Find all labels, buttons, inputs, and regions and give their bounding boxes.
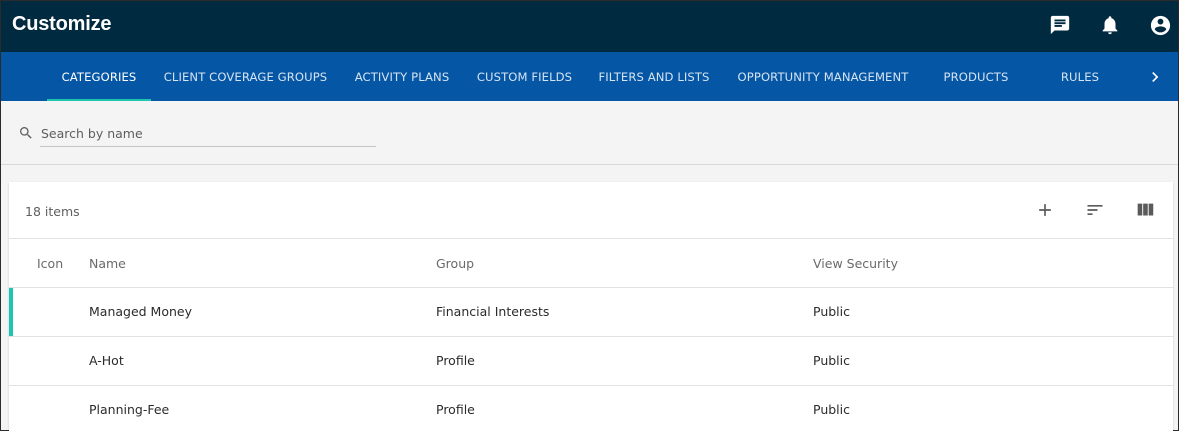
- table-row[interactable]: Managed Money Financial Interests Public: [9, 288, 1173, 337]
- tab-custom-fields[interactable]: CUSTOM FIELDS: [464, 52, 585, 101]
- search-bar: [1, 101, 1178, 165]
- app-title: Customize: [12, 13, 112, 35]
- row-name: Managed Money: [89, 304, 193, 319]
- bell-icon[interactable]: [1098, 13, 1122, 37]
- row-view-security: Public: [813, 402, 850, 417]
- tab-filters-and-lists[interactable]: FILTERS AND LISTS: [585, 52, 723, 101]
- tab-rules[interactable]: RULES: [1029, 52, 1131, 101]
- column-header-view-security[interactable]: View Security: [813, 256, 898, 271]
- items-card: 18 items Icon Name Group View Security M…: [9, 182, 1173, 431]
- table-row[interactable]: Planning-Fee Profile Public: [9, 386, 1173, 431]
- row-group: Financial Interests: [436, 304, 550, 319]
- search-icon: [18, 125, 34, 141]
- item-count: 18 items: [25, 204, 80, 219]
- row-name: A-Hot: [89, 353, 124, 368]
- sort-icon[interactable]: [1083, 198, 1107, 222]
- tab-activity-plans[interactable]: ACTIVITY PLANS: [340, 52, 464, 101]
- column-header-icon[interactable]: Icon: [37, 256, 63, 271]
- columns-icon[interactable]: [1133, 198, 1157, 222]
- search-input[interactable]: [40, 121, 376, 147]
- chevron-right-icon[interactable]: [1143, 65, 1167, 89]
- column-header-name[interactable]: Name: [89, 256, 126, 271]
- tab-categories[interactable]: CATEGORIES: [47, 52, 151, 101]
- chat-icon[interactable]: [1048, 13, 1072, 37]
- row-view-security: Public: [813, 353, 850, 368]
- table-row[interactable]: A-Hot Profile Public: [9, 337, 1173, 386]
- column-header-group[interactable]: Group: [436, 256, 474, 271]
- row-group: Profile: [436, 402, 475, 417]
- table-header: Icon Name Group View Security: [9, 238, 1173, 288]
- tab-bar: CATEGORIES CLIENT COVERAGE GROUPS ACTIVI…: [1, 52, 1178, 101]
- tab-client-coverage-groups[interactable]: CLIENT COVERAGE GROUPS: [151, 52, 340, 101]
- row-view-security: Public: [813, 304, 850, 319]
- app-bar: Customize: [1, 1, 1178, 52]
- add-icon[interactable]: [1033, 198, 1057, 222]
- row-group: Profile: [436, 353, 475, 368]
- tab-opportunity-management[interactable]: OPPORTUNITY MANAGEMENT: [723, 52, 923, 101]
- row-name: Planning-Fee: [89, 402, 170, 417]
- tab-products[interactable]: PRODUCTS: [923, 52, 1029, 101]
- account-icon[interactable]: [1148, 13, 1172, 37]
